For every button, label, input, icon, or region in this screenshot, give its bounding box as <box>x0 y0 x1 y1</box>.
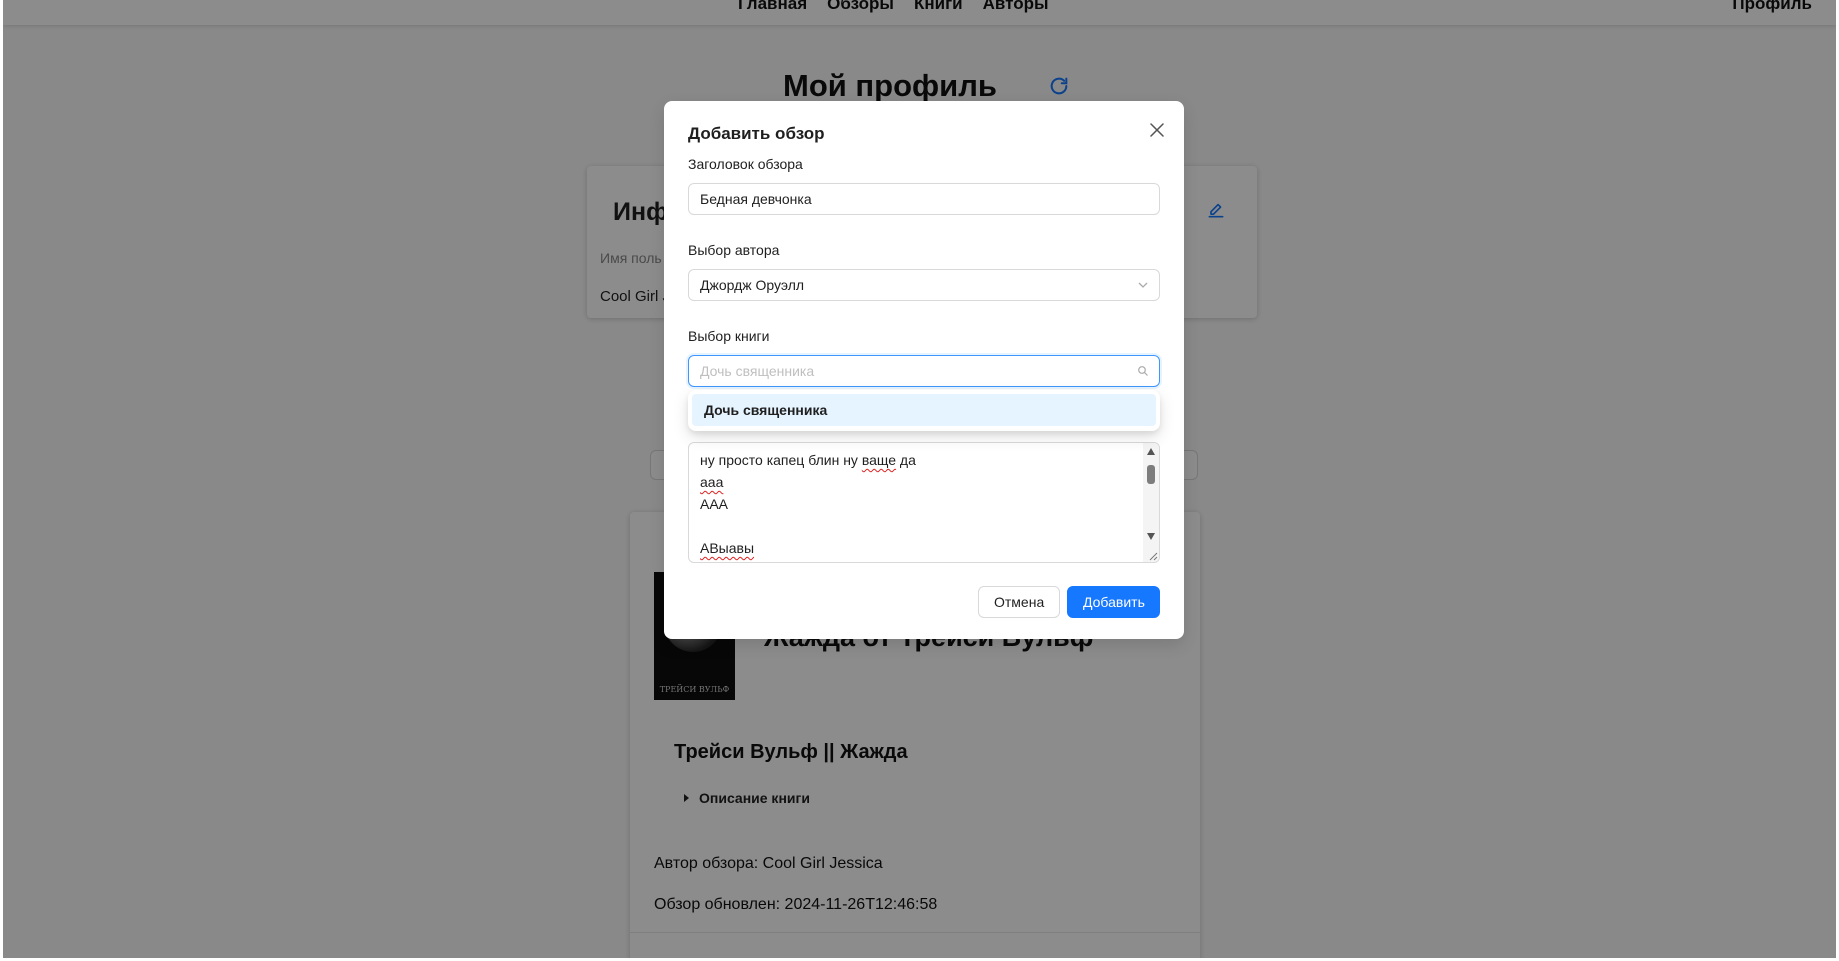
book-select-placeholder: Дочь священника <box>700 363 815 379</box>
search-icon <box>1138 366 1148 376</box>
text-line: ааа <box>700 474 724 490</box>
review-text-area[interactable]: ну просто капец блин ну ваще да ааа ААА … <box>688 442 1160 563</box>
scroll-down-arrow-icon[interactable] <box>1147 533 1155 540</box>
add-button[interactable]: Добавить <box>1067 586 1160 618</box>
review-title-label: Заголовок обзора <box>688 156 803 172</box>
book-select-search[interactable]: Дочь священника <box>688 355 1160 387</box>
resize-grip-icon[interactable] <box>1146 549 1158 561</box>
textarea-scrollbar[interactable] <box>1143 443 1159 562</box>
scroll-up-arrow-icon[interactable] <box>1147 448 1155 455</box>
author-select-label: Выбор автора <box>688 242 780 258</box>
book-select-dropdown: Дочь священника <box>688 390 1160 431</box>
text-line: АВыавы <box>700 540 755 556</box>
text-line <box>700 515 916 537</box>
review-text-content: ну просто капец блин ну ваще да ааа ААА … <box>700 449 916 559</box>
text-line: ну просто капец блин ну ваще да <box>700 452 916 468</box>
cancel-button[interactable]: Отмена <box>978 586 1060 618</box>
close-icon[interactable] <box>1146 119 1168 141</box>
modal-title: Добавить обзор <box>688 124 825 143</box>
author-select-value: Джордж Оруэлл <box>700 277 805 293</box>
author-select[interactable]: Джордж Оруэлл <box>688 269 1160 301</box>
book-select-label: Выбор книги <box>688 328 770 344</box>
text-line: ААА <box>700 496 729 512</box>
scrollbar-thumb[interactable] <box>1147 465 1155 484</box>
add-review-modal: Добавить обзор Заголовок обзора Бедная д… <box>664 101 1184 639</box>
review-title-input[interactable]: Бедная девчонка <box>688 183 1160 215</box>
page: Главная Обзоры Книги Авторы Профиль Мой … <box>3 0 1836 958</box>
chevron-down-icon <box>1138 282 1148 288</box>
dropdown-option[interactable]: Дочь священника <box>692 394 1156 426</box>
